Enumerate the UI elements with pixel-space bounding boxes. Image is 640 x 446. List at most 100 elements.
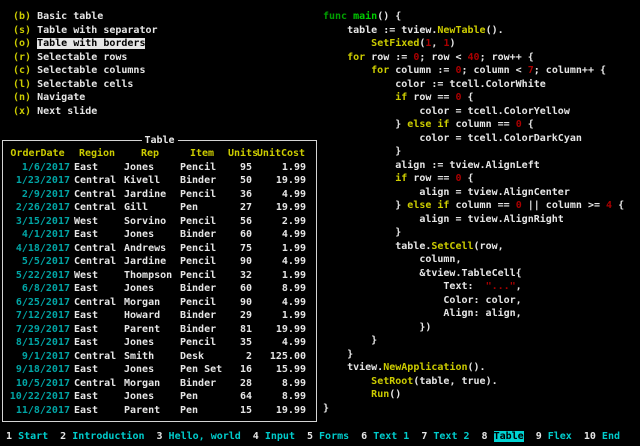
column-header-region: Region <box>74 147 120 161</box>
menu-item-n[interactable]: (n) Navigate <box>13 91 158 105</box>
table-cell: East <box>74 363 120 377</box>
table-cell: 125.00 <box>256 350 306 364</box>
slide-label: End <box>602 431 620 442</box>
table-row: 6/8/2017EastJonesBinder608.99 <box>3 282 316 296</box>
code-line: } <box>323 402 624 416</box>
table-cell: Pencil <box>180 161 224 175</box>
table-cell: 75 <box>228 242 252 256</box>
slide-item-table[interactable]: 8 Table <box>482 431 524 442</box>
table-cell: East <box>74 336 120 350</box>
menu-item-key: (o) <box>13 38 31 49</box>
slide-item-text-1[interactable]: 6 Text 1 <box>361 431 409 442</box>
menu-item-label: Table with separator <box>37 25 157 36</box>
table-row: 3/15/2017WestSorvinoPencil562.99 <box>3 215 316 229</box>
table-cell: 2/9/2017 <box>5 188 70 202</box>
table-cell: 19.99 <box>256 174 306 188</box>
table-row: 1/23/2017CentralKivellBinder5019.99 <box>3 174 316 188</box>
slide-item-introduction[interactable]: 2 Introduction <box>60 431 144 442</box>
menu-item-label: Basic table <box>37 11 103 22</box>
slide-label: Introduction <box>72 431 144 442</box>
status-bar: 1 Start 2 Introduction 3 Hello, world 4 Inp… <box>6 430 632 444</box>
table-cell: East <box>74 228 120 242</box>
code-line: SetFixed(1, 1) <box>323 37 624 51</box>
orders-table[interactable]: Table OrderDateRegionRepItemUnitsUnitCos… <box>2 140 317 422</box>
table-row: 6/25/2017CentralMorganPencil904.99 <box>3 296 316 310</box>
code-line: align := tview.AlignLeft <box>323 159 624 173</box>
table-cell: 1.99 <box>256 269 306 283</box>
table-cell: 1/23/2017 <box>5 174 70 188</box>
table-cell: Binder <box>180 174 224 188</box>
table-cell: 8/15/2017 <box>5 336 70 350</box>
menu-item-s[interactable]: (s) Table with separator <box>13 24 158 38</box>
table-cell: 81 <box>228 323 252 337</box>
table-row: 2/9/2017CentralJardinePencil364.99 <box>3 188 316 202</box>
code-line: } else if column == 0 { <box>323 118 624 132</box>
table-cell: Pen <box>180 201 224 215</box>
table-cell: Howard <box>124 309 176 323</box>
table-cell: Binder <box>180 323 224 337</box>
table-cell: 16 <box>228 363 252 377</box>
table-row: 10/22/2017EastJonesPen648.99 <box>3 390 316 404</box>
slide-item-input[interactable]: 4 Input <box>253 431 295 442</box>
table-row: 10/5/2017CentralMorganBinder288.99 <box>3 377 316 391</box>
table-row: 2/26/2017CentralGillPen2719.99 <box>3 201 316 215</box>
table-cell: Central <box>74 188 120 202</box>
table-cell: 5/5/2017 <box>5 255 70 269</box>
table-cell: Pencil <box>180 242 224 256</box>
slide-item-text-2[interactable]: 7 Text 2 <box>421 431 469 442</box>
menu-item-b[interactable]: (b) Basic table <box>13 10 158 24</box>
code-line: table.SetCell(row, <box>323 240 624 254</box>
table-cell: 50 <box>228 174 252 188</box>
menu-item-key: (n) <box>13 92 31 103</box>
slide-item-start[interactable]: 1 Start <box>6 431 48 442</box>
table-cell: 60 <box>228 282 252 296</box>
slide-number: 1 <box>6 431 12 442</box>
menu-item-l[interactable]: (l) Selectable cells <box>13 78 158 92</box>
table-cell: Morgan <box>124 296 176 310</box>
slide-item-hello-world[interactable]: 3 Hello, world <box>156 431 240 442</box>
table-cell: Central <box>74 377 120 391</box>
table-cell: Pen <box>180 390 224 404</box>
slide-label: Text 1 <box>373 431 409 442</box>
table-cell: East <box>74 282 120 296</box>
table-cell: 1.99 <box>256 309 306 323</box>
table-cell: Jones <box>124 161 176 175</box>
table-cell: 56 <box>228 215 252 229</box>
table-cell: 64 <box>228 390 252 404</box>
table-cell: 2.99 <box>256 215 306 229</box>
code-line: for column := 0; column < 7; column++ { <box>323 64 624 78</box>
slide-item-end[interactable]: 10 End <box>584 431 620 442</box>
slide-label: Flex <box>548 431 572 442</box>
table-cell: Pen <box>180 404 224 418</box>
slide-item-flex[interactable]: 9 Flex <box>536 431 572 442</box>
table-cell: Central <box>74 242 120 256</box>
table-cell: 6/25/2017 <box>5 296 70 310</box>
code-line: &tview.TableCell{ <box>323 267 624 281</box>
menu-item-key: (c) <box>13 65 31 76</box>
slide-item-forms[interactable]: 5 Forms <box>307 431 349 442</box>
table-cell: Smith <box>124 350 176 364</box>
table-cell: 11/8/2017 <box>5 404 70 418</box>
menu-item-label: Next slide <box>37 106 97 117</box>
table-cell: 60 <box>228 228 252 242</box>
code-line: } else if column == 0 || column >= 4 { <box>323 199 624 213</box>
table-cell: Binder <box>180 377 224 391</box>
table-cell: 9/18/2017 <box>5 363 70 377</box>
table-cell: 4.99 <box>256 255 306 269</box>
column-header-item: Item <box>180 147 224 161</box>
table-cell: Binder <box>180 309 224 323</box>
menu-item-r[interactable]: (r) Selectable rows <box>13 51 158 65</box>
table-cell: 29 <box>228 309 252 323</box>
table-cell: Jones <box>124 336 176 350</box>
table-cell: Jones <box>124 390 176 404</box>
table-row: 8/15/2017EastJonesPencil354.99 <box>3 336 316 350</box>
table-cell: 4/18/2017 <box>5 242 70 256</box>
table-cell: 19.99 <box>256 404 306 418</box>
menu-item-x[interactable]: (x) Next slide <box>13 105 158 119</box>
code-line: align = tview.AlignCenter <box>323 186 624 200</box>
table-cell: 15 <box>228 404 252 418</box>
menu-item-c[interactable]: (c) Selectable columns <box>13 64 158 78</box>
table-cell: 7/29/2017 <box>5 323 70 337</box>
slide-number: 4 <box>253 431 259 442</box>
menu-item-o[interactable]: (o) Table with borders <box>13 37 158 51</box>
